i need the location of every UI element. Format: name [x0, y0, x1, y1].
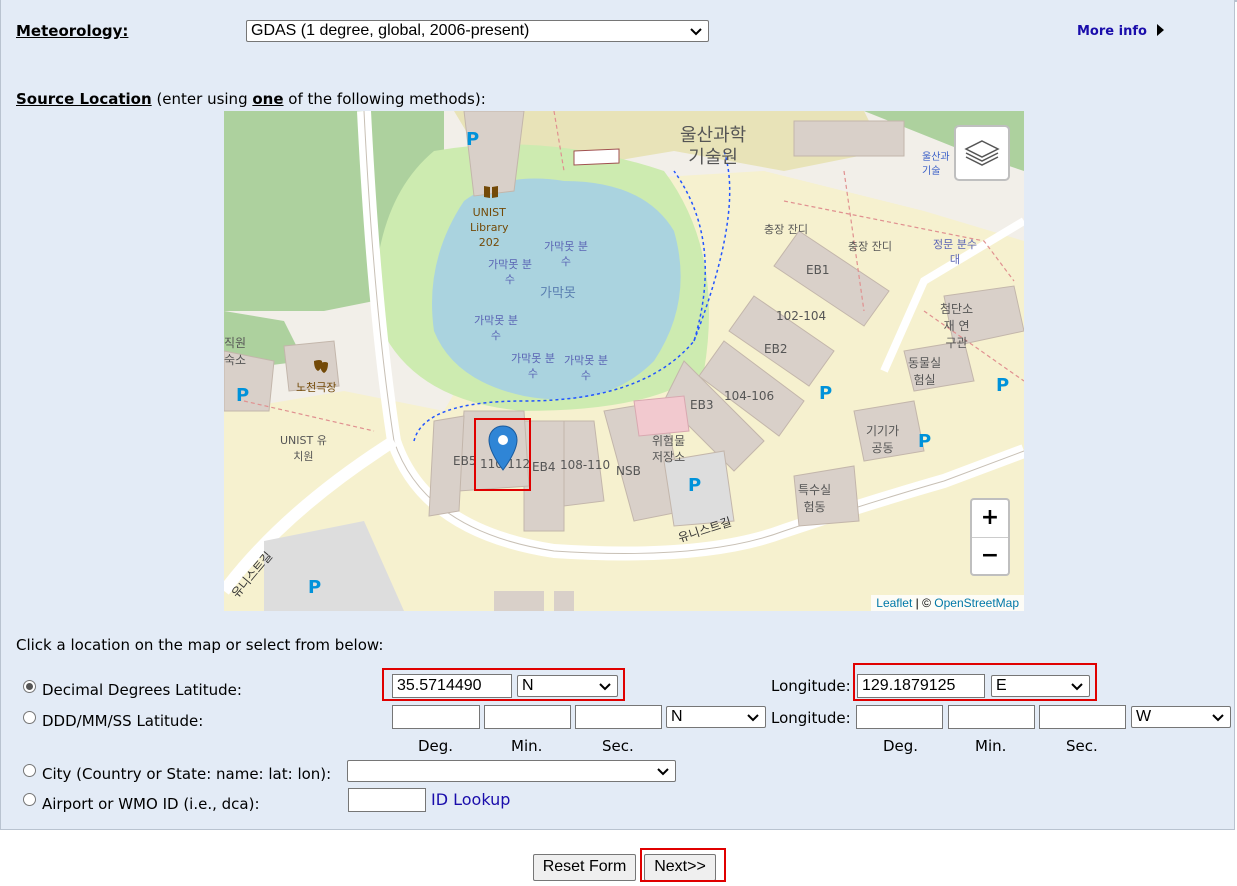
layers-control[interactable] [954, 125, 1010, 181]
map-label-fountain-b: 가막못 분수 [544, 240, 588, 268]
chevron-down-icon [690, 28, 702, 36]
zoom-control: + − [970, 498, 1010, 576]
dms-lat-sec-input[interactable] [575, 705, 662, 729]
map-label-104-106: 104-106 [724, 389, 775, 403]
decimal-degrees-label: Decimal Degrees Latitude: [42, 681, 242, 699]
map-label-staff: 직원 숙소 [224, 336, 247, 367]
map-label-library: UNIST Library 202 [470, 206, 509, 249]
dms-lon-sec-input[interactable] [1039, 705, 1126, 729]
map-label-advanced: 첨단소 재 연 구관 [940, 302, 974, 350]
map-label-102-104: 102-104 [776, 309, 827, 323]
dms-lat-min-caption: Min. [511, 737, 543, 755]
parking-icon: P [308, 577, 322, 598]
dms-lon-deg-caption: Deg. [883, 737, 919, 755]
map-label-eb1: EB1 [806, 263, 830, 277]
parking-icon: P [996, 375, 1010, 396]
map-label-nsb: NSB [616, 464, 641, 478]
map-label-eb2: EB2 [764, 342, 788, 356]
more-info-link[interactable]: More info [1077, 23, 1165, 39]
meteorology-label: Meteorology: [16, 22, 129, 40]
map-label-animal: 동물실 험실 [908, 356, 942, 387]
map-label-lake: 가막못 [540, 286, 576, 301]
decimal-degrees-radio[interactable] [23, 680, 36, 693]
dms-lon-dir-value: W [1136, 708, 1152, 725]
dms-lon-sec-caption: Sec. [1066, 737, 1098, 755]
source-hint-em: one [252, 90, 284, 108]
parking-icon: P [236, 385, 250, 406]
city-select[interactable] [347, 760, 676, 782]
zoom-out-button[interactable]: − [972, 538, 1008, 575]
next-highlight [640, 848, 726, 882]
city-radio[interactable] [23, 764, 36, 777]
dms-lat-dir-value: N [671, 708, 683, 725]
more-info-text: More info [1077, 24, 1147, 39]
map-label-kinder: UNIST 유 치원 [280, 434, 327, 463]
library-book-icon [484, 186, 498, 198]
chevron-down-icon [657, 768, 669, 776]
dms-lat-sec-caption: Sec. [602, 737, 634, 755]
map-label-science-museum: 울산과학 기술원 [680, 125, 747, 168]
map-label-eb5: EB5 [453, 454, 477, 468]
airport-label: Airport or WMO ID (i.e., dca): [42, 795, 260, 813]
dms-lon-min-input[interactable] [948, 705, 1035, 729]
dms-label: DDD/MM/SS Latitude: [42, 712, 204, 730]
dms-lon-deg-input[interactable] [856, 705, 943, 729]
map-tiles[interactable] [224, 111, 1024, 611]
parking-icon: P [466, 129, 480, 150]
reset-form-button[interactable]: Reset Form [533, 854, 636, 881]
latitude-highlight [382, 668, 625, 701]
source-hint-post: of the following methods): [283, 90, 486, 108]
map-label-lawn-a: 충장 잔디 [764, 223, 808, 236]
theater-mask-icon [314, 360, 328, 373]
meteorology-select[interactable]: GDAS (1 degree, global, 2006-present) [246, 20, 709, 42]
source-hint-pre: (enter using [156, 90, 253, 108]
chevron-down-icon [747, 714, 759, 722]
parking-icon: P [819, 383, 833, 404]
dms-lat-deg-input[interactable] [392, 705, 480, 729]
map-label-special: 특수실 험동 [798, 483, 832, 514]
map-attribution: Leaflet | © OpenStreetMap [871, 595, 1024, 611]
map-label-fountain-d: 가막못 분수 [511, 352, 555, 380]
chevron-down-icon [1212, 714, 1224, 722]
dms-lat-min-input[interactable] [484, 705, 571, 729]
decimal-longitude-label: Longitude: [771, 677, 851, 695]
source-location-label: Source Location [16, 90, 152, 108]
zoom-in-button[interactable]: + [972, 500, 1008, 538]
map-label-lawn-b: 충장 잔디 [848, 240, 892, 253]
map-label-bus-stop: 울산과 기술 [922, 152, 950, 177]
parking-icon: P [688, 475, 702, 496]
caret-right-icon [1157, 24, 1165, 36]
map-label-eb3: EB3 [690, 398, 714, 412]
map-label-open-theater: 노천극장 [296, 381, 337, 394]
airport-radio[interactable] [23, 793, 36, 806]
parking-icon: P [918, 431, 932, 452]
dms-radio[interactable] [23, 711, 36, 724]
attribution-separator: | © [912, 596, 935, 610]
map-label-machine: 기기가 공동 [866, 424, 900, 455]
map-label-fountain-plaza: 정문 분수 대 [933, 238, 977, 266]
openstreetmap-link[interactable]: OpenStreetMap [934, 596, 1019, 610]
map-label-eb4: EB4 [532, 460, 556, 474]
dms-lat-deg-caption: Deg. [418, 737, 454, 755]
map-label-fountain-c: 가막못 분수 [474, 314, 518, 342]
source-location-heading: Source Location (enter using one of the … [16, 90, 486, 108]
map-label-fountain-a: 가막못 분수 [488, 258, 532, 286]
layers-icon [964, 140, 1000, 166]
city-label: City (Country or State: name: lat: lon): [42, 765, 332, 783]
id-lookup-link[interactable]: ID Lookup [431, 790, 510, 809]
location-map[interactable]: 울산과학 기술원 UNIST Library 202 가막못 가막못 분수 가막못 분… [224, 111, 1024, 611]
airport-id-input[interactable] [348, 788, 426, 812]
leaflet-link[interactable]: Leaflet [876, 596, 912, 610]
instructions-text: Click a location on the map or select fr… [16, 636, 384, 654]
meteorology-selected: GDAS (1 degree, global, 2006-present) [251, 22, 530, 39]
marker-highlight [474, 418, 531, 491]
dms-lon-dir-select[interactable]: W [1131, 706, 1231, 728]
dms-lat-dir-select[interactable]: N [666, 706, 766, 728]
map-label-108-110: 108-110 [560, 458, 611, 472]
dms-longitude-label: Longitude: [771, 709, 851, 727]
longitude-highlight [853, 663, 1097, 701]
dms-lon-min-caption: Min. [975, 737, 1007, 755]
map-label-fountain-e: 가막못 분수 [564, 354, 608, 382]
map-label-hazard: 위험물 저장소 [652, 434, 686, 464]
